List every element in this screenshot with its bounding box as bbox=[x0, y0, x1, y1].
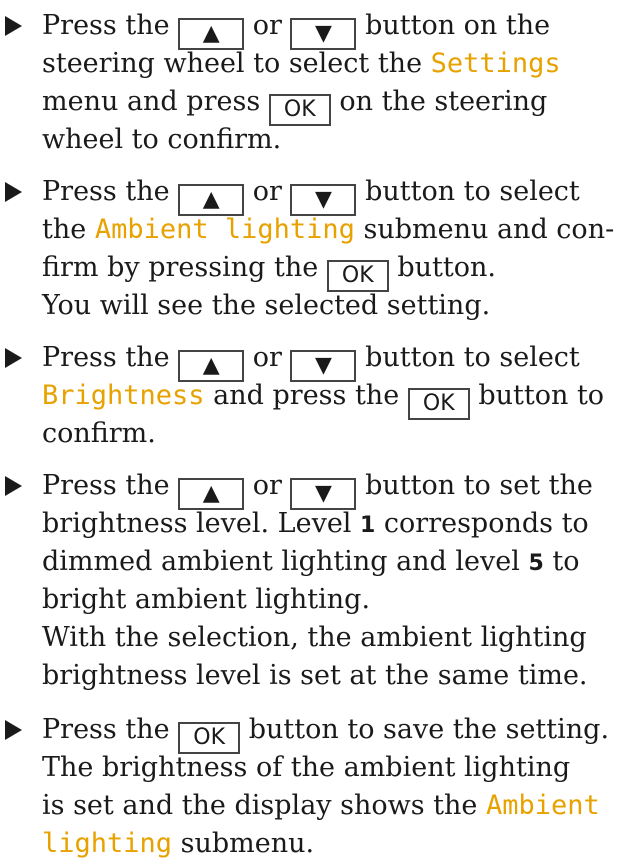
text: submenu and con- bbox=[354, 214, 615, 245]
text: submenu. bbox=[172, 828, 315, 859]
text: Press the bbox=[42, 342, 179, 373]
text: dimmed ambient lighting and level bbox=[42, 546, 529, 577]
text: Press the bbox=[42, 176, 179, 207]
text: Press the bbox=[42, 714, 179, 745]
step-4-line-1: Press the ▲ or ▼ button to set the bbox=[42, 467, 593, 510]
text: button on the bbox=[356, 10, 551, 41]
step-5-line-2: The brightness of the ambient lighting bbox=[42, 752, 571, 783]
text: menu and press bbox=[42, 86, 269, 117]
text: and press the bbox=[204, 380, 408, 411]
text: or bbox=[244, 342, 291, 373]
step-4-line-3: dimmed ambient lighting and level 5 to bbox=[42, 543, 580, 581]
menu-name-lighting: lighting bbox=[42, 828, 173, 859]
text: Press the bbox=[42, 470, 179, 501]
step-3-line-1: Press the ▲ or ▼ button to select bbox=[42, 339, 580, 382]
menu-name-settings: Settings bbox=[430, 48, 561, 79]
step-1-line-4: wheel to confirm. bbox=[42, 124, 282, 155]
text: or bbox=[244, 10, 291, 41]
text: to bbox=[543, 546, 580, 577]
step-1-line-2: steering wheel to select the Settings bbox=[42, 45, 561, 83]
text: button. bbox=[388, 252, 496, 283]
step-5-line-4: lighting submenu. bbox=[42, 825, 314, 863]
menu-name-brightness: Brightness bbox=[42, 380, 205, 411]
step-2-line-2: the Ambient lighting submenu and con- bbox=[42, 211, 614, 249]
text: the bbox=[42, 214, 95, 245]
text: button to select bbox=[356, 176, 580, 207]
text: button to bbox=[469, 380, 605, 411]
step-4-line-2: brightness level. Level 1 corresponds to bbox=[42, 505, 589, 543]
step-5-line-3: is set and the display shows the Ambient bbox=[42, 787, 600, 825]
step-1-line-3: menu and press OK on the steering bbox=[42, 83, 548, 126]
instruction-page: Press the ▲ or ▼ button on the steering … bbox=[0, 0, 625, 865]
step-2-line-4: You will see the selected setting. bbox=[42, 290, 491, 321]
text: button to select bbox=[356, 342, 580, 373]
text: firm by pressing the bbox=[42, 252, 327, 283]
bullet-arrow-icon bbox=[5, 16, 22, 36]
text: or bbox=[244, 176, 291, 207]
step-1-line-1: Press the ▲ or ▼ button on the bbox=[42, 7, 551, 50]
text: or bbox=[244, 470, 291, 501]
text: button to set the bbox=[356, 470, 593, 501]
bullet-arrow-icon bbox=[5, 182, 22, 202]
text: corresponds to bbox=[375, 508, 589, 539]
text: Press the bbox=[42, 10, 179, 41]
step-4-line-6: brightness level is set at the same time… bbox=[42, 660, 588, 691]
step-2-line-1: Press the ▲ or ▼ button to select bbox=[42, 173, 580, 216]
step-2-line-3: firm by pressing the OK button. bbox=[42, 249, 496, 292]
text: brightness level. Level bbox=[42, 508, 361, 539]
bullet-arrow-icon bbox=[5, 348, 22, 368]
step-4-line-5: With the selection, the ambient lighting bbox=[42, 622, 587, 653]
menu-name-ambient: Ambient bbox=[485, 790, 600, 821]
bullet-arrow-icon bbox=[5, 476, 22, 496]
level-number: 1 bbox=[360, 513, 376, 538]
step-5-line-1: Press the OK button to save the setting. bbox=[42, 711, 610, 754]
text: is set and the display shows the bbox=[42, 790, 486, 821]
menu-name-ambient-lighting: Ambient lighting bbox=[94, 214, 355, 245]
step-3-line-3: confirm. bbox=[42, 418, 156, 449]
step-3-line-2: Brightness and press the OK button to bbox=[42, 377, 605, 420]
text: steering wheel to select the bbox=[42, 48, 431, 79]
text: on the steering bbox=[330, 86, 548, 117]
level-number: 5 bbox=[528, 551, 544, 576]
ok-button-icon: OK bbox=[407, 388, 470, 420]
bullet-arrow-icon bbox=[5, 720, 22, 740]
text: button to save the setting. bbox=[240, 714, 610, 745]
step-4-line-4: bright ambient lighting. bbox=[42, 584, 371, 615]
